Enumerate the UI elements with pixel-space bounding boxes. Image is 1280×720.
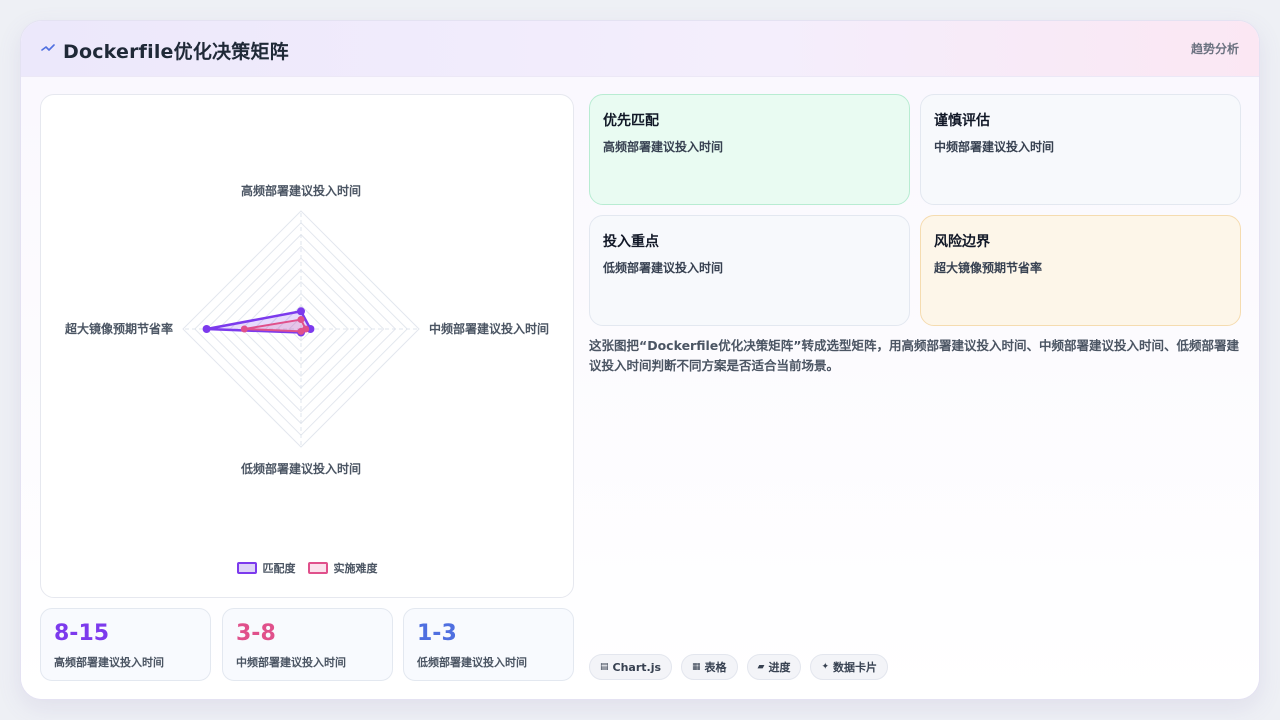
chart-legend: 匹配度 实施难度: [41, 560, 573, 576]
quadrant-investment-focus: 投入重点 低频部署建议投入时间: [589, 215, 910, 326]
quadrant-risk-boundary: 风险边界 超大镜像预期节省率: [920, 215, 1241, 326]
header: Dockerfile优化决策矩阵 趋势分析: [21, 21, 1259, 77]
radar-data-point: [202, 325, 211, 333]
table-icon: ▦: [692, 662, 701, 672]
legend-swatch-difficulty: [307, 562, 328, 574]
quadrant-title: 风险边界: [934, 234, 990, 250]
legend-swatch-match: [236, 562, 257, 574]
radar-data-point: [297, 307, 305, 316]
quadrant-title: 投入重点: [603, 234, 659, 250]
tag-progress[interactable]: ▰ 进度: [746, 654, 802, 680]
tag-table[interactable]: ▦ 表格: [681, 654, 738, 680]
stat-value: 8-15: [54, 621, 110, 646]
page-title: Dockerfile优化决策矩阵: [63, 41, 289, 63]
radar-data-point: [297, 327, 305, 335]
tag-data-card[interactable]: ✦ 数据卡片: [810, 654, 889, 680]
tag-label: 数据卡片: [833, 661, 878, 674]
quadrant-desc: 中频部署建议投入时间: [934, 140, 1055, 154]
quadrant-desc: 超大镜像预期节省率: [934, 261, 1043, 275]
radar-axis-label: 低频部署建议投入时间: [240, 461, 361, 476]
radar-axis-label: 中频部署建议投入时间: [429, 321, 549, 336]
tag-label: Chart.js: [612, 660, 662, 674]
chart-icon: ▤: [600, 662, 609, 672]
radar-chart-panel: 高频部署建议投入时间 中频部署建议投入时间 低频部署建议投入时间 超大镜像预期节省率 …: [40, 94, 574, 598]
trend-icon: [41, 44, 55, 51]
stat-card-mid: 3-8 中频部署建议投入时间: [222, 608, 393, 681]
radar-axis-label: 高频部署建议投入时间: [241, 183, 361, 198]
radar-axis-label: 超大镜像预期节省率: [64, 321, 173, 336]
progress-icon: ▰: [757, 662, 765, 672]
stat-label: 低频部署建议投入时间: [417, 656, 527, 669]
stat-value: 1-3: [417, 621, 457, 646]
legend-label-difficulty: 实施难度: [333, 562, 378, 575]
dashboard-card: Dockerfile优化决策矩阵 趋势分析 高频部署建议投入时间中频部署建议投入…: [20, 20, 1260, 700]
quadrant-title: 优先匹配: [603, 113, 659, 129]
chart-description: 这张图把“Dockerfile优化决策矩阵”转成选型矩阵，用高频部署建议投入时间…: [589, 338, 1239, 373]
stat-label: 中频部署建议投入时间: [236, 656, 346, 669]
legend-label-match: 匹配度: [262, 562, 296, 575]
radar-data-point: [240, 325, 248, 333]
tag-label: 表格: [704, 661, 727, 674]
stat-card-low: 1-3 低频部署建议投入时间: [403, 608, 574, 681]
quadrant-desc: 高频部署建议投入时间: [603, 140, 724, 154]
radar-data-point: [297, 316, 305, 324]
stat-card-high: 8-15 高频部署建议投入时间: [40, 608, 211, 681]
sparkle-icon: ✦: [821, 662, 830, 672]
stat-value: 3-8: [236, 621, 276, 646]
legend-item-match[interactable]: 匹配度: [236, 560, 296, 576]
tag-label: 进度: [768, 661, 791, 674]
legend-item-difficulty[interactable]: 实施难度: [307, 560, 378, 576]
tag-list: ▤ Chart.js ▦ 表格 ▰ 进度 ✦ 数据卡片: [589, 654, 889, 680]
stat-label: 高频部署建议投入时间: [54, 656, 164, 669]
trend-analysis-link[interactable]: 趋势分析: [1191, 40, 1239, 57]
quadrant-desc: 低频部署建议投入时间: [603, 261, 724, 275]
quadrant-title: 谨慎评估: [934, 113, 990, 129]
quadrant-priority-match: 优先匹配 高频部署建议投入时间: [589, 94, 910, 205]
radar-chart: 高频部署建议投入时间中频部署建议投入时间低频部署建议投入时间 超大镜像预期节省率: [64, 183, 549, 476]
quadrant-careful-eval: 谨慎评估 中频部署建议投入时间: [920, 94, 1241, 205]
tag-chartjs[interactable]: ▤ Chart.js: [589, 654, 673, 680]
